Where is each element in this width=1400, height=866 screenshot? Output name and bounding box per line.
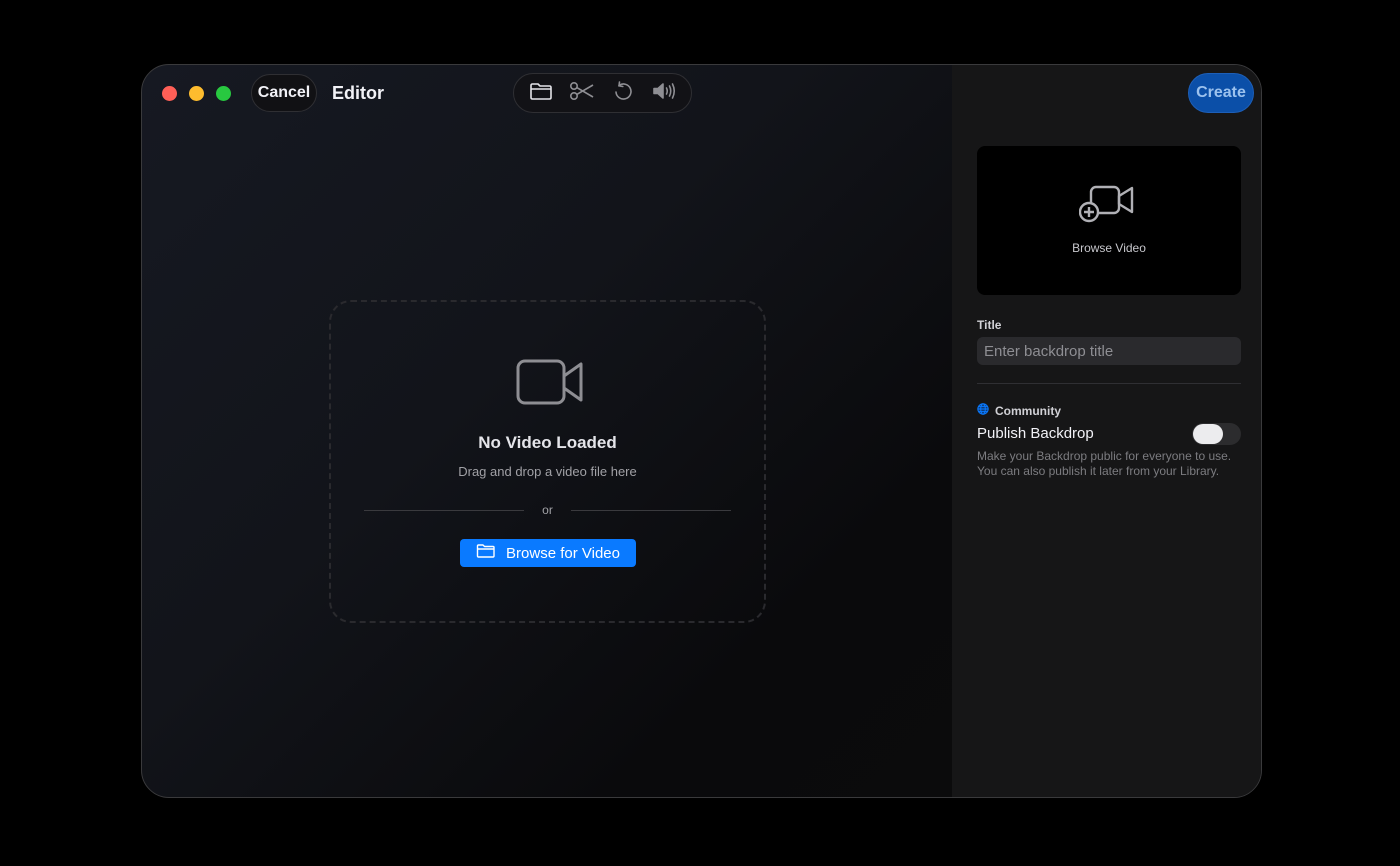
publish-backdrop-label: Publish Backdrop xyxy=(977,425,1094,442)
reset-button[interactable] xyxy=(607,77,639,109)
video-camera-icon xyxy=(516,358,584,411)
trim-button[interactable] xyxy=(566,77,598,109)
volume-button[interactable] xyxy=(648,77,680,109)
minimize-window-button[interactable] xyxy=(189,86,204,101)
browse-for-video-button[interactable]: Browse for Video xyxy=(460,539,636,567)
open-folder-button[interactable] xyxy=(525,77,557,109)
toggle-knob xyxy=(1193,424,1223,444)
editor-toolbar xyxy=(513,73,692,113)
page-title: Editor xyxy=(332,83,384,103)
volume-icon xyxy=(651,81,677,106)
create-button[interactable]: Create xyxy=(1188,73,1254,113)
title-input[interactable] xyxy=(977,337,1241,365)
divider xyxy=(977,383,1241,384)
publish-description: Make your Backdrop public for everyone t… xyxy=(977,449,1232,478)
or-divider: or xyxy=(364,502,732,518)
video-add-icon xyxy=(1078,184,1135,229)
community-label: Community xyxy=(995,403,1061,418)
maximize-window-button[interactable] xyxy=(216,86,231,101)
divider-line xyxy=(570,509,732,511)
video-drop-zone[interactable]: No Video Loaded Drag and drop a video fi… xyxy=(329,300,766,623)
folder-icon xyxy=(476,543,496,563)
divider-line xyxy=(364,509,525,511)
browse-for-video-label: Browse for Video xyxy=(506,544,620,562)
scissors-icon xyxy=(569,81,595,106)
empty-state-subtitle: Drag and drop a video file here xyxy=(458,464,637,479)
empty-state-title: No Video Loaded xyxy=(478,433,617,452)
cancel-button[interactable]: Cancel xyxy=(251,74,317,112)
globe-icon xyxy=(977,403,989,418)
close-window-button[interactable] xyxy=(162,86,177,101)
browse-video-label: Browse Video xyxy=(1072,241,1146,255)
community-section-header: Community xyxy=(977,403,1061,418)
undo-icon xyxy=(612,80,634,107)
window-controls xyxy=(162,86,231,101)
editor-window: Cancel Editor Create No Video Loaded Dra… xyxy=(141,64,1262,798)
publish-backdrop-toggle[interactable] xyxy=(1192,423,1241,445)
title-field-label: Title xyxy=(977,318,1002,332)
folder-icon xyxy=(529,81,553,106)
browse-video-card[interactable]: Browse Video xyxy=(977,146,1241,295)
or-label: or xyxy=(542,503,553,517)
